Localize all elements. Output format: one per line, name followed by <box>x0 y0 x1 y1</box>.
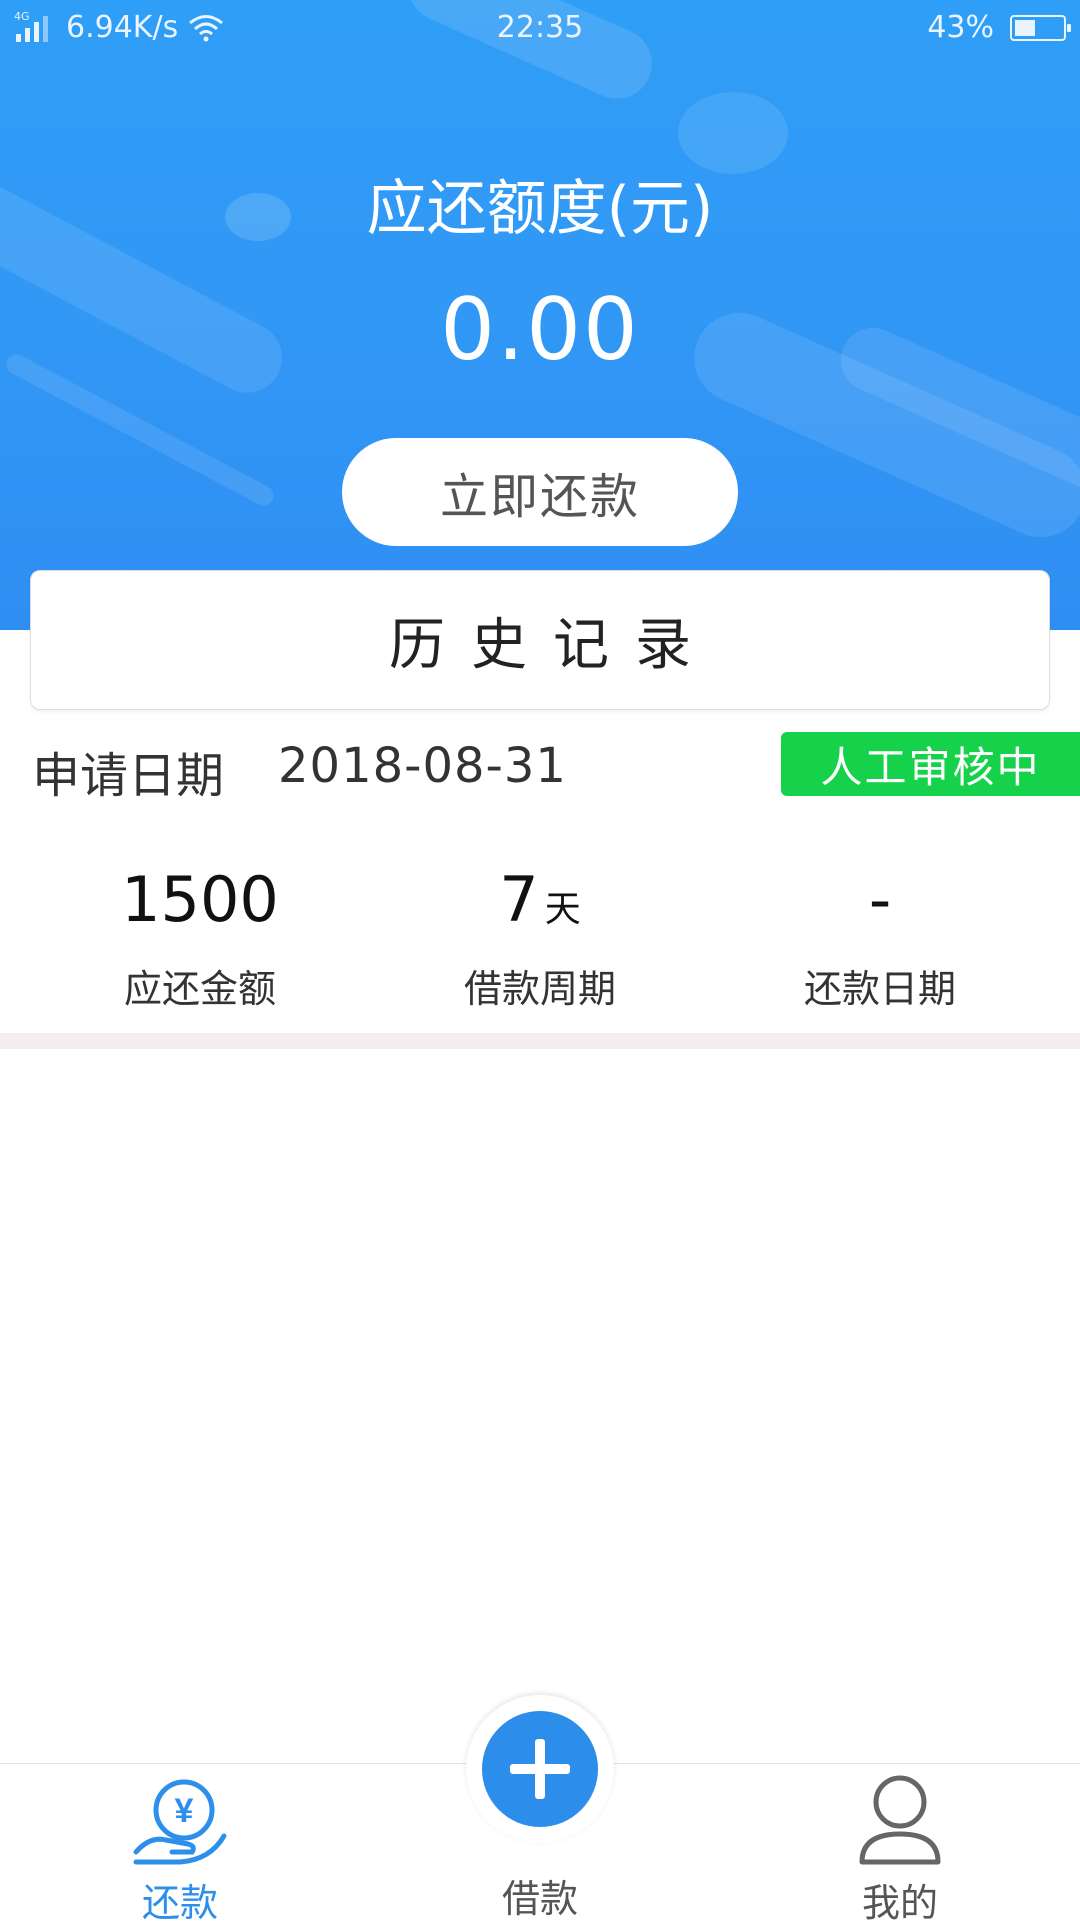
clock: 22:35 <box>496 10 584 45</box>
repay-date-label: 还款日期 <box>803 967 956 1011</box>
battery-icon <box>1010 14 1071 41</box>
header-banner: 4G 6.94K/s 22:35 43% 应还额度(元) 0.00 立即还款 <box>0 0 1080 630</box>
loan-period-unit: 天 <box>544 889 581 930</box>
repay-date-value: - <box>868 863 892 936</box>
due-limit-title: 应还额度(元) <box>366 174 714 244</box>
tab-mine-label: 我的 <box>861 1881 938 1925</box>
due-amount-label: 应还金额 <box>123 967 276 1011</box>
application-row: 申请日期 2018-08-31 人工审核中 <box>0 730 1080 805</box>
loan-period-label: 借款周期 <box>463 967 616 1011</box>
history-records-card[interactable]: 历史记录 <box>30 570 1050 710</box>
repay-now-button[interactable]: 立即还款 <box>342 438 738 546</box>
stat-due-amount: 1500 应还金额 <box>30 860 370 1013</box>
tab-repay[interactable]: ¥ 还款 <box>80 1764 280 1925</box>
due-amount-value: 1500 <box>121 863 279 936</box>
borrow-plus-button[interactable] <box>466 1695 614 1843</box>
apply-date-value: 2018-08-31 <box>278 738 567 794</box>
loan-period-value: 7 <box>499 863 539 936</box>
apply-date-label: 申请日期 <box>32 748 225 804</box>
review-status-badge: 人工审核中 <box>781 732 1080 796</box>
stat-repay-date: - 还款日期 <box>710 860 1050 1013</box>
battery-percent: 43% <box>927 10 994 45</box>
loan-stats: 1500 应还金额 7天 借款周期 - 还款日期 <box>0 860 1080 1013</box>
stat-loan-period: 7天 借款周期 <box>370 860 710 1013</box>
history-records-title: 历史记录 <box>389 612 717 678</box>
loan-period: 7天 <box>370 860 710 940</box>
section-divider <box>0 1033 1080 1049</box>
battery-level <box>1015 19 1035 36</box>
hand-yuan-icon: ¥ <box>133 1779 227 1865</box>
plus-icon[interactable] <box>482 1711 598 1827</box>
user-icon <box>859 1775 941 1865</box>
status-bar: 4G 6.94K/s 22:35 43% <box>0 0 1080 56</box>
tab-repay-label: 还款 <box>141 1881 218 1925</box>
tab-mine[interactable]: 我的 <box>800 1764 1000 1925</box>
svg-text:¥: ¥ <box>175 1792 194 1830</box>
due-limit-amount: 0.00 <box>440 280 640 380</box>
tab-borrow-label: 借款 <box>501 1877 578 1921</box>
